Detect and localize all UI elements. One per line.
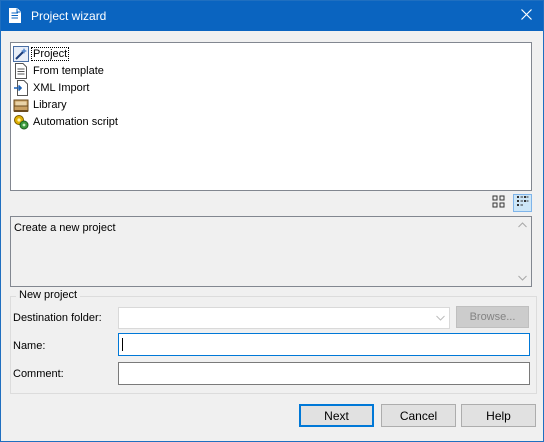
list-item-project[interactable]: Project bbox=[13, 45, 70, 62]
large-icons-view-button[interactable] bbox=[489, 194, 508, 212]
list-item-xml-import[interactable]: XML Import bbox=[13, 79, 90, 96]
window-title: Project wizard bbox=[31, 9, 107, 23]
group-legend: New project bbox=[16, 289, 81, 301]
text-caret bbox=[122, 338, 123, 351]
large-icons-view-icon bbox=[492, 195, 505, 211]
comment-field[interactable] bbox=[118, 362, 530, 385]
document-icon bbox=[13, 62, 29, 79]
list-view-button[interactable] bbox=[513, 194, 532, 212]
name-field[interactable] bbox=[118, 333, 530, 356]
help-button[interactable]: Help bbox=[461, 404, 536, 427]
list-item-automation-script[interactable]: Automation script bbox=[13, 113, 119, 130]
description-box: Create a new project bbox=[10, 216, 532, 287]
next-button[interactable]: Next bbox=[299, 404, 374, 427]
description-text: Create a new project bbox=[14, 222, 116, 234]
scroll-down-icon[interactable] bbox=[518, 272, 527, 284]
destination-folder-label: Destination folder: bbox=[13, 312, 102, 324]
list-item-from-template[interactable]: From template bbox=[13, 62, 105, 79]
project-wand-icon bbox=[13, 45, 29, 62]
browse-button[interactable]: Browse... bbox=[456, 306, 529, 328]
destination-folder-combo[interactable] bbox=[118, 307, 450, 329]
automation-script-icon bbox=[13, 114, 29, 130]
close-icon bbox=[520, 9, 532, 23]
comment-label: Comment: bbox=[13, 368, 64, 380]
comment-input[interactable] bbox=[119, 363, 529, 384]
scroll-up-icon[interactable] bbox=[518, 219, 527, 231]
cancel-button[interactable]: Cancel bbox=[381, 404, 456, 427]
dropdown-button[interactable] bbox=[431, 308, 449, 328]
list-view-icon bbox=[516, 195, 529, 211]
document-icon bbox=[9, 8, 21, 23]
template-list[interactable]: Project From template XML Import Library… bbox=[10, 42, 532, 191]
project-wizard-dialog: Project wizard Project From template XML… bbox=[0, 0, 544, 442]
description-scrollbar[interactable] bbox=[514, 217, 531, 286]
xml-import-icon bbox=[13, 79, 29, 96]
list-item-library[interactable]: Library bbox=[13, 96, 68, 113]
library-icon bbox=[13, 97, 29, 113]
name-label: Name: bbox=[13, 340, 46, 352]
name-input[interactable] bbox=[119, 334, 529, 355]
close-button[interactable] bbox=[509, 1, 543, 31]
chevron-down-icon bbox=[435, 312, 445, 324]
title-bar: Project wizard bbox=[1, 1, 543, 31]
